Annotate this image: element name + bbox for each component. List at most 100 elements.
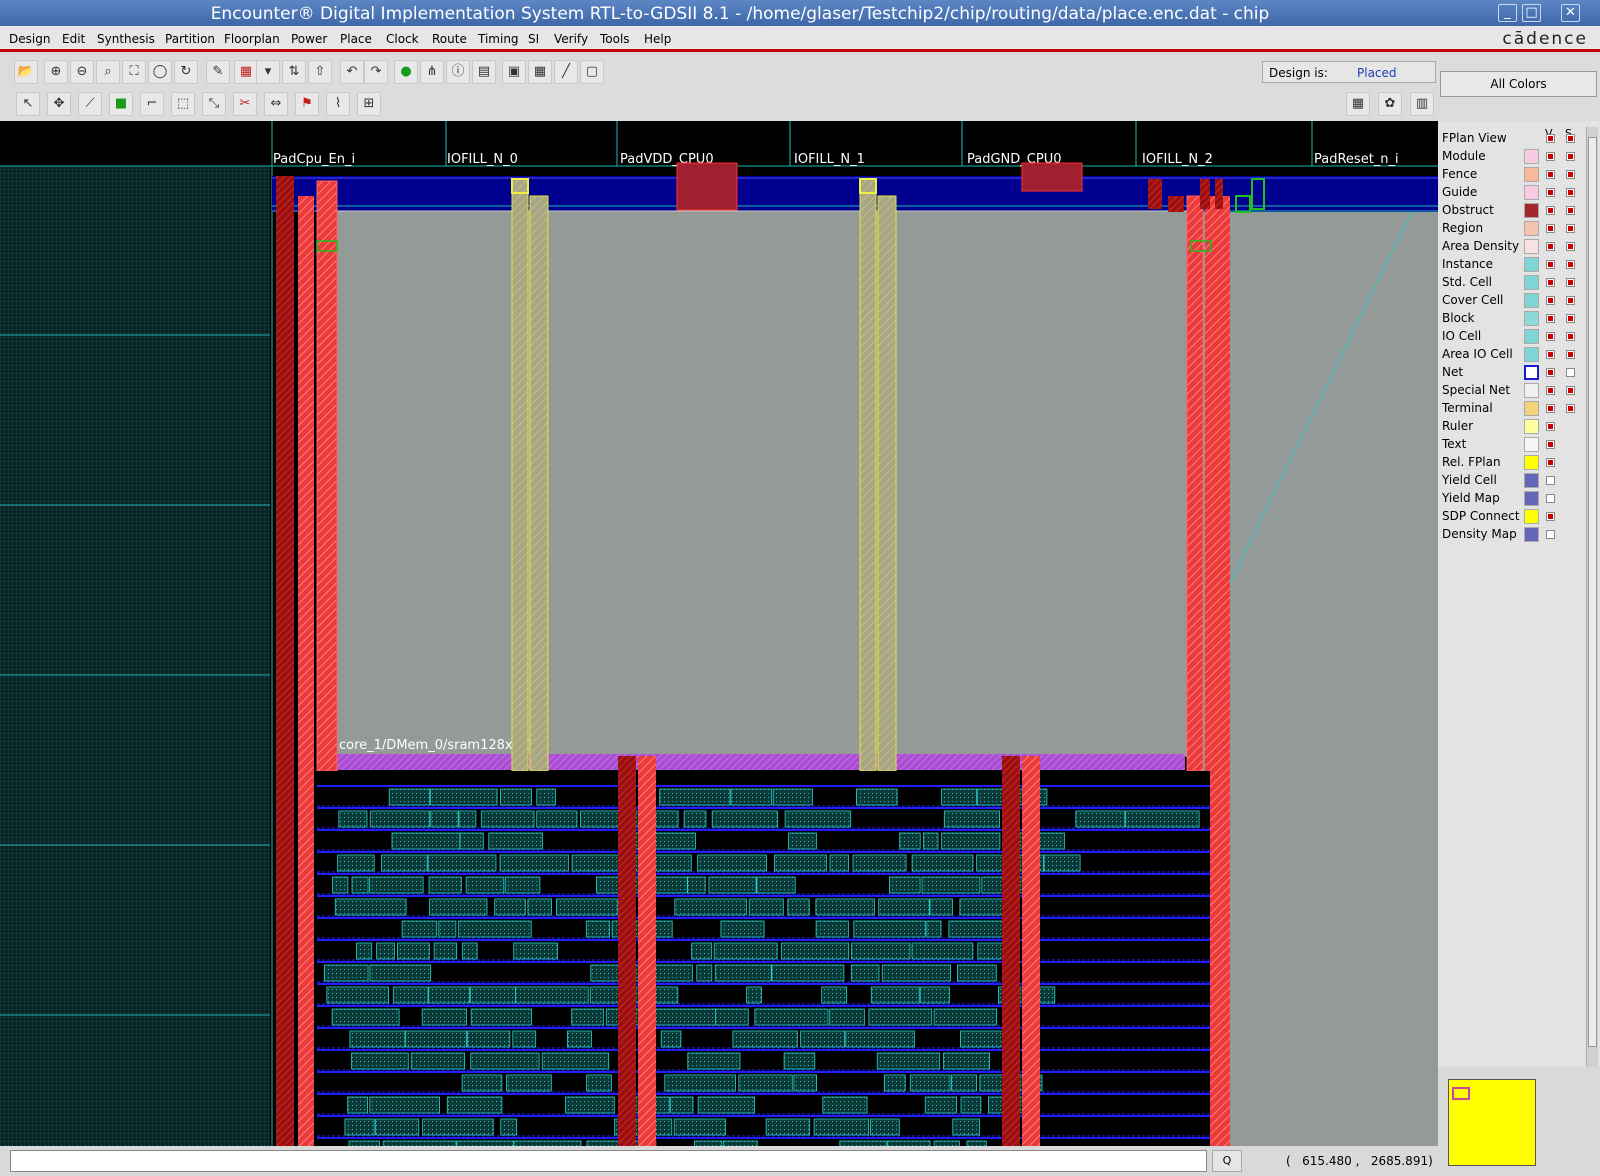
selectable-checkbox[interactable] bbox=[1566, 242, 1575, 251]
std-cell-instance[interactable] bbox=[787, 898, 810, 916]
legend-color-swatch[interactable] bbox=[1524, 383, 1539, 398]
selectable-checkbox[interactable] bbox=[1566, 206, 1575, 215]
std-cell-instance[interactable] bbox=[822, 1096, 868, 1114]
std-cell-instance[interactable] bbox=[870, 986, 920, 1004]
obstruct-gnd[interactable] bbox=[1021, 162, 1083, 192]
legend-item-label[interactable]: Region bbox=[1442, 221, 1483, 235]
legend-color-swatch[interactable] bbox=[1524, 437, 1539, 452]
std-cell-instance[interactable] bbox=[852, 854, 907, 872]
open-folder-icon[interactable]: 📂 bbox=[14, 60, 38, 84]
std-cell-instance[interactable] bbox=[396, 942, 430, 960]
visible-checkbox[interactable] bbox=[1546, 494, 1555, 503]
std-cell-instance[interactable] bbox=[720, 920, 765, 938]
selectable-checkbox[interactable] bbox=[1566, 188, 1575, 197]
std-cell-instance[interactable] bbox=[446, 1096, 503, 1114]
std-cell-instance[interactable] bbox=[332, 876, 349, 894]
legend-color-swatch[interactable] bbox=[1524, 347, 1539, 362]
legend-color-swatch[interactable] bbox=[1524, 329, 1539, 344]
visible-checkbox[interactable] bbox=[1546, 278, 1555, 287]
physical-view-icon[interactable]: ▥ bbox=[1410, 92, 1434, 116]
std-cell-instance[interactable] bbox=[674, 898, 747, 916]
std-cell-instance[interactable] bbox=[536, 810, 578, 828]
std-cell-instance[interactable] bbox=[929, 898, 953, 916]
net-icon[interactable]: ⊞ bbox=[357, 92, 381, 116]
std-cell-instance[interactable] bbox=[664, 1074, 736, 1092]
std-cell-instance[interactable] bbox=[369, 1096, 440, 1114]
std-cell-instance[interactable] bbox=[780, 942, 850, 960]
std-cell-instance[interactable] bbox=[337, 854, 375, 872]
amoeba-view-icon[interactable]: ✿ bbox=[1378, 92, 1402, 116]
std-cell-instance[interactable] bbox=[356, 942, 373, 960]
std-cell-instance[interactable] bbox=[878, 898, 930, 916]
std-cell-instance[interactable] bbox=[428, 876, 462, 894]
legend-color-swatch[interactable] bbox=[1524, 149, 1539, 164]
selectable-checkbox[interactable] bbox=[1566, 296, 1575, 305]
std-cell-instance[interactable] bbox=[433, 942, 458, 960]
menu-si[interactable]: SI bbox=[528, 32, 539, 46]
std-cell-instance[interactable] bbox=[711, 810, 779, 828]
std-cell-instance[interactable] bbox=[1043, 854, 1081, 872]
std-cell-instance[interactable] bbox=[527, 898, 552, 916]
std-cell-instance[interactable] bbox=[924, 1096, 958, 1114]
legend-color-swatch[interactable] bbox=[1524, 509, 1539, 524]
legend-color-swatch[interactable] bbox=[1524, 221, 1539, 236]
dropdown-icon[interactable]: ▾ bbox=[256, 60, 280, 84]
select-color-icon[interactable]: ✎ bbox=[206, 60, 230, 84]
std-cell-instance[interactable] bbox=[853, 920, 926, 938]
menu-verify[interactable]: Verify bbox=[554, 32, 588, 46]
visible-checkbox[interactable] bbox=[1546, 134, 1555, 143]
std-cell-instance[interactable] bbox=[933, 1008, 998, 1026]
folder-icon[interactable]: ▣ bbox=[502, 60, 526, 84]
menu-power[interactable]: Power bbox=[291, 32, 327, 46]
query-button[interactable]: Q bbox=[1212, 1150, 1242, 1172]
std-cell-instance[interactable] bbox=[326, 986, 389, 1004]
std-cell-instance[interactable] bbox=[430, 810, 459, 828]
legend-color-swatch[interactable] bbox=[1524, 527, 1539, 542]
std-cell-instance[interactable] bbox=[851, 942, 911, 960]
std-cell-instance[interactable] bbox=[500, 788, 533, 806]
std-cell-instance[interactable] bbox=[813, 1118, 870, 1136]
std-cell-instance[interactable] bbox=[730, 788, 773, 806]
selectable-checkbox[interactable] bbox=[1566, 278, 1575, 287]
legend-item-label[interactable]: Area Density bbox=[1442, 239, 1519, 253]
legend-item-label[interactable]: Terminal bbox=[1442, 401, 1493, 415]
std-cell-instance[interactable] bbox=[391, 832, 461, 850]
selectable-checkbox[interactable] bbox=[1566, 368, 1575, 377]
std-cell-instance[interactable] bbox=[788, 832, 817, 850]
std-cell-instance[interactable] bbox=[470, 1052, 540, 1070]
std-cell-instance[interactable] bbox=[856, 788, 898, 806]
wire-icon[interactable]: ⌇ bbox=[326, 92, 350, 116]
std-cell-instance[interactable] bbox=[821, 986, 848, 1004]
menu-route[interactable]: Route bbox=[432, 32, 467, 46]
std-cell-instance[interactable] bbox=[660, 1030, 682, 1048]
zoom-previous-icon[interactable]: ◯ bbox=[148, 60, 172, 84]
visible-checkbox[interactable] bbox=[1546, 188, 1555, 197]
legend-item-label[interactable]: Std. Cell bbox=[1442, 275, 1492, 289]
legend-item-label[interactable]: Obstruct bbox=[1442, 203, 1494, 217]
selectable-checkbox[interactable] bbox=[1566, 152, 1575, 161]
green-circle-icon[interactable]: ● bbox=[394, 60, 418, 84]
std-cell-instance[interactable] bbox=[541, 1052, 610, 1070]
minimap-view-box[interactable] bbox=[1452, 1087, 1470, 1100]
std-cell-instance[interactable] bbox=[351, 876, 369, 894]
std-cell-instance[interactable] bbox=[713, 942, 778, 960]
legend-color-swatch[interactable] bbox=[1524, 257, 1539, 272]
std-cell-instance[interactable] bbox=[334, 898, 407, 916]
visible-checkbox[interactable] bbox=[1546, 314, 1555, 323]
visible-checkbox[interactable] bbox=[1546, 476, 1555, 485]
layout-view[interactable]: PadCpu_En_i IOFILL_N_0 PadVDD_CPU0 IOFIL… bbox=[0, 121, 1438, 1146]
menu-tools[interactable]: Tools bbox=[600, 32, 630, 46]
std-cell-instance[interactable] bbox=[344, 1118, 375, 1136]
std-cell-instance[interactable] bbox=[421, 1008, 467, 1026]
std-cell-instance[interactable] bbox=[784, 810, 852, 828]
legend-item-label[interactable]: Rel. FPlan bbox=[1442, 455, 1501, 469]
std-cell-instance[interactable] bbox=[881, 964, 952, 982]
visible-checkbox[interactable] bbox=[1546, 368, 1555, 377]
visible-checkbox[interactable] bbox=[1546, 512, 1555, 521]
std-cell-instance[interactable] bbox=[375, 1118, 420, 1136]
selectable-checkbox[interactable] bbox=[1566, 170, 1575, 179]
std-cell-instance[interactable] bbox=[715, 1008, 749, 1026]
std-cell-instance[interactable] bbox=[845, 1030, 915, 1048]
legend-item-label[interactable]: Cover Cell bbox=[1442, 293, 1503, 307]
legend-item-label[interactable]: Text bbox=[1442, 437, 1466, 451]
